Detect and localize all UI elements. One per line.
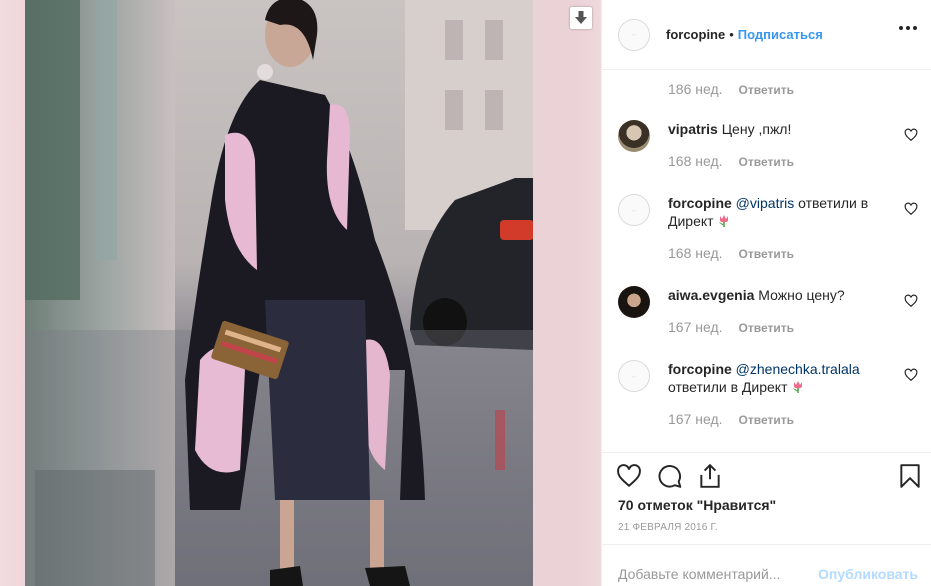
comment-like-heart-icon[interactable] (904, 128, 918, 142)
comment-mention[interactable]: @zhenechka.tralala (736, 361, 860, 377)
reply-button[interactable]: Ответить (739, 155, 794, 169)
comment-time: 186 нед. (668, 81, 723, 97)
caption-meta: 186 нед. Ответить (668, 81, 794, 97)
comment-meta: 167 нед. Ответить (668, 411, 794, 427)
avatar-placeholder-icon: ◦◦◦ (631, 32, 637, 37)
comment-content: Цену ,пжл! (721, 121, 792, 137)
comment-text: forcopine @zhenechka.tralala ответили в … (668, 360, 883, 396)
post-actions: 70 отметок "Нравится" 21 ФЕВРАЛЯ 2016 Г. (602, 452, 931, 544)
comment-input[interactable]: Добавьте комментарий... (618, 566, 780, 582)
tulip-emoji-icon (793, 381, 803, 393)
comment-username[interactable]: vipatris (668, 121, 718, 137)
comment-item: ◦◦◦ forcopine @zhenechka.tralala ответил… (618, 360, 918, 430)
comment-mention[interactable]: @vipatris (736, 195, 795, 211)
reply-button[interactable]: Ответить (739, 247, 794, 261)
comment-item: vipatris Цену ,пжл! 168 нед. Ответить (618, 120, 918, 170)
comment-content: ответили в Директ (668, 379, 788, 395)
commenter-avatar[interactable]: ◦◦◦ (618, 194, 650, 226)
comment-text: forcopine @vipatris ответили в Директ (668, 194, 883, 230)
comment-item: aiwa.evgenia Можно цену? 167 нед. Ответи… (618, 286, 918, 336)
comment-time: 168 нед. (668, 245, 723, 261)
add-comment-bar: Добавьте комментарий... Опубликовать (602, 544, 931, 586)
share-icon[interactable] (697, 463, 723, 489)
publish-button[interactable]: Опубликовать (818, 566, 918, 582)
reply-button[interactable]: Ответить (739, 321, 794, 335)
author-avatar[interactable]: ◦◦◦ (618, 18, 650, 51)
comment-username[interactable]: forcopine (668, 195, 732, 211)
likes-count[interactable]: 70 отметок "Нравится" (618, 497, 776, 513)
download-arrow-icon[interactable] (570, 7, 592, 29)
reply-button[interactable]: Ответить (739, 413, 794, 427)
post-header: ◦◦◦ forcopine • Подписаться (602, 0, 931, 70)
comment-like-heart-icon[interactable] (904, 202, 918, 216)
comment-content: Можно цену? (758, 287, 845, 303)
comment-like-heart-icon[interactable] (904, 294, 918, 308)
comment-time: 167 нед. (668, 411, 723, 427)
separator-dot: • (729, 27, 734, 42)
comment-text: vipatris Цену ,пжл! (668, 120, 883, 138)
reply-button[interactable]: Ответить (739, 83, 794, 97)
post-photo[interactable] (25, 0, 533, 586)
comment-time: 167 нед. (668, 319, 723, 335)
author-username[interactable]: forcopine (666, 27, 725, 42)
post-date: 21 ФЕВРАЛЯ 2016 Г. (618, 522, 718, 533)
comment-username[interactable]: aiwa.evgenia (668, 287, 754, 303)
commenter-avatar[interactable] (618, 120, 650, 152)
avatar-placeholder-icon: ◦◦◦ (631, 207, 637, 213)
comment-text: aiwa.evgenia Можно цену? (668, 286, 883, 304)
post-media[interactable] (0, 0, 601, 586)
heart-icon[interactable] (616, 463, 642, 489)
commenter-avatar[interactable]: ◦◦◦ (618, 360, 650, 392)
bookmark-icon[interactable] (897, 463, 923, 489)
comment-username[interactable]: forcopine (668, 361, 732, 377)
comment-meta: 168 нед. Ответить (668, 153, 794, 169)
comment-meta: 167 нед. Ответить (668, 319, 794, 335)
comment-time: 168 нед. (668, 153, 723, 169)
comment-bubble-icon[interactable] (657, 463, 683, 489)
post-side-panel: ◦◦◦ forcopine • Подписаться 186 нед. Отв… (601, 0, 931, 586)
follow-button[interactable]: Подписаться (738, 27, 823, 42)
comment-like-heart-icon[interactable] (904, 368, 918, 382)
more-horizontal-icon[interactable] (899, 26, 917, 30)
comment-item: ◦◦◦ forcopine @vipatris ответили в Дирек… (618, 194, 918, 264)
commenter-avatar[interactable] (618, 286, 650, 318)
tulip-emoji-icon (719, 215, 729, 227)
comments-list[interactable]: 186 нед. Ответить vipatris Цену ,пжл! 16… (602, 71, 931, 451)
avatar-placeholder-icon: ◦◦◦ (631, 373, 637, 379)
comment-meta: 168 нед. Ответить (668, 245, 794, 261)
